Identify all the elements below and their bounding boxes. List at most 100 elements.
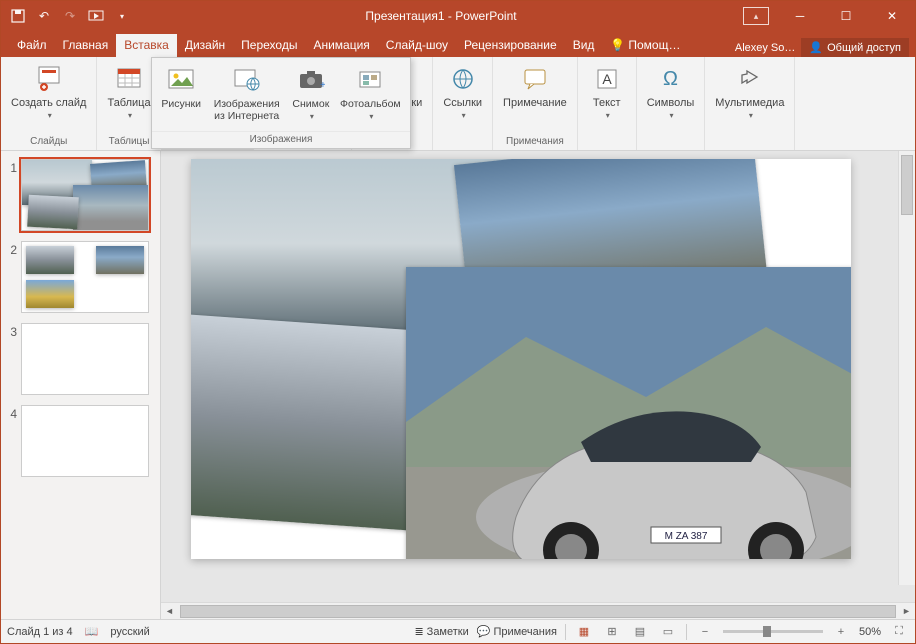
notes-icon: ≣ [414, 625, 423, 638]
text-button[interactable]: AТекст [582, 61, 632, 122]
language-indicator[interactable]: русский [110, 626, 149, 638]
table-icon [113, 63, 145, 95]
vertical-scrollbar[interactable] [898, 151, 915, 585]
comment-icon [519, 63, 551, 95]
separator [686, 624, 687, 640]
symbols-button[interactable]: ΩСимволы [641, 61, 701, 122]
group-slides: Создать слайд Слайды [1, 57, 97, 150]
group-links: Ссылки [433, 57, 493, 150]
links-button[interactable]: Ссылки [437, 61, 488, 122]
zoom-level[interactable]: 50% [859, 626, 881, 638]
photo-album-button[interactable]: Фотоальбом [340, 64, 401, 121]
pictures-button[interactable]: Рисунки [161, 64, 201, 110]
tab-view[interactable]: Вид [565, 34, 603, 57]
svg-text:+: + [320, 80, 325, 91]
online-pictures-button[interactable]: Изображения из Интернета [212, 64, 282, 122]
share-button[interactable]: 👤Общий доступ [801, 38, 909, 57]
notes-button[interactable]: ≣Заметки [414, 625, 468, 638]
slide-thumbnail-2[interactable] [21, 241, 149, 313]
group-label-slides: Слайды [30, 134, 67, 150]
links-icon [447, 63, 479, 95]
zoom-out-icon[interactable]: − [695, 624, 715, 640]
group-symbols: ΩСимволы [637, 57, 706, 150]
zoom-slider-thumb[interactable] [763, 626, 771, 637]
horizontal-scrollbar[interactable]: ◄ ► [161, 602, 915, 619]
fit-to-window-icon[interactable]: ⛶ [889, 624, 909, 640]
close-button[interactable]: ✕ [869, 1, 915, 31]
bulb-icon: 💡 [610, 38, 625, 52]
title-bar: ↶ ↷ ▾ Презентация1 - PowerPoint ▴ ─ ☐ ✕ [1, 1, 915, 31]
tab-design[interactable]: Дизайн [177, 34, 233, 57]
save-icon[interactable] [9, 7, 27, 25]
tab-animations[interactable]: Анимация [305, 34, 377, 57]
reading-view-icon[interactable]: ▤ [630, 624, 650, 640]
photo-album-icon [354, 64, 386, 96]
tab-file[interactable]: Файл [9, 34, 55, 57]
start-from-beginning-icon[interactable] [87, 7, 105, 25]
media-button[interactable]: Мультимедиа [709, 61, 790, 122]
comments-button[interactable]: 💬Примечания [477, 625, 557, 638]
share-icon: 👤 [809, 41, 823, 54]
scroll-right-icon[interactable]: ► [898, 603, 915, 620]
screenshot-icon: + [295, 64, 327, 96]
thumb-row[interactable]: 3 [7, 323, 154, 395]
scrollbar-track[interactable] [178, 603, 898, 620]
image-car[interactable]: M ZA 387 [406, 267, 851, 559]
tab-insert[interactable]: Вставка [116, 34, 177, 57]
thumb-number: 4 [7, 405, 17, 477]
slide-thumbnail-4[interactable] [21, 405, 149, 477]
zoom-slider[interactable] [723, 630, 823, 633]
group-label-tables: Таблицы [109, 134, 150, 150]
ribbon-display-icon[interactable]: ▴ [743, 7, 769, 25]
undo-icon[interactable]: ↶ [35, 7, 53, 25]
quick-access-toolbar: ↶ ↷ ▾ [1, 7, 139, 25]
group-media: Мультимедиа [705, 57, 795, 150]
tab-transitions[interactable]: Переходы [233, 34, 305, 57]
scroll-left-icon[interactable]: ◄ [161, 603, 178, 620]
window-title: Презентация1 - PowerPoint [139, 9, 743, 23]
slideshow-view-icon[interactable]: ▭ [658, 624, 678, 640]
tab-slideshow[interactable]: Слайд-шоу [378, 34, 456, 57]
slide-thumbnail-3[interactable] [21, 323, 149, 395]
media-icon [734, 63, 766, 95]
separator [565, 624, 566, 640]
comments-icon: 💬 [477, 625, 491, 638]
tab-home[interactable]: Главная [55, 34, 117, 57]
current-slide[interactable]: M ZA 387 [191, 159, 851, 559]
thumb-row[interactable]: 2 [7, 241, 154, 313]
thumb-number: 2 [7, 241, 17, 313]
redo-icon[interactable]: ↷ [61, 7, 79, 25]
slide-area: M ZA 387 ◄ ► [161, 151, 915, 619]
group-comments: Примечание Примечания [493, 57, 578, 150]
qat-more-icon[interactable]: ▾ [113, 7, 131, 25]
thumb-number: 1 [7, 159, 17, 231]
text-icon: A [591, 63, 623, 95]
scrollbar-thumb[interactable] [901, 155, 913, 215]
spellcheck-icon[interactable]: 📖 [85, 625, 99, 638]
thumb-number: 3 [7, 323, 17, 395]
maximize-button[interactable]: ☐ [823, 1, 869, 31]
minimize-button[interactable]: ─ [777, 1, 823, 31]
table-button[interactable]: Таблица [101, 61, 156, 122]
slide-counter[interactable]: Слайд 1 из 4 [7, 626, 73, 638]
sorter-view-icon[interactable]: ⊞ [602, 624, 622, 640]
thumb-row[interactable]: 4 [7, 405, 154, 477]
new-slide-button[interactable]: Создать слайд [5, 61, 92, 122]
new-slide-icon [33, 63, 65, 95]
comment-button[interactable]: Примечание [497, 61, 573, 111]
user-name[interactable]: Alexey So… [735, 42, 796, 54]
normal-view-icon[interactable]: ▦ [574, 624, 594, 640]
tab-tell-me[interactable]: 💡Помощ… [602, 34, 688, 57]
group-label-comments: Примечания [506, 134, 564, 150]
tabs-right: Alexey So… 👤Общий доступ [735, 38, 915, 57]
tab-review[interactable]: Рецензирование [456, 34, 565, 57]
slide-canvas[interactable]: M ZA 387 [161, 151, 915, 602]
screenshot-button[interactable]: + Снимок [292, 64, 329, 121]
ribbon: Создать слайд Слайды Таблица Таблицы Изо… [1, 57, 915, 151]
slide-thumbnail-1[interactable] [21, 159, 149, 231]
symbols-icon: Ω [655, 63, 687, 95]
ribbon-tabs: Файл Главная Вставка Дизайн Переходы Ани… [1, 31, 915, 57]
scrollbar-thumb[interactable] [180, 605, 896, 618]
thumb-row[interactable]: 1 [7, 159, 154, 231]
zoom-in-icon[interactable]: + [831, 624, 851, 640]
